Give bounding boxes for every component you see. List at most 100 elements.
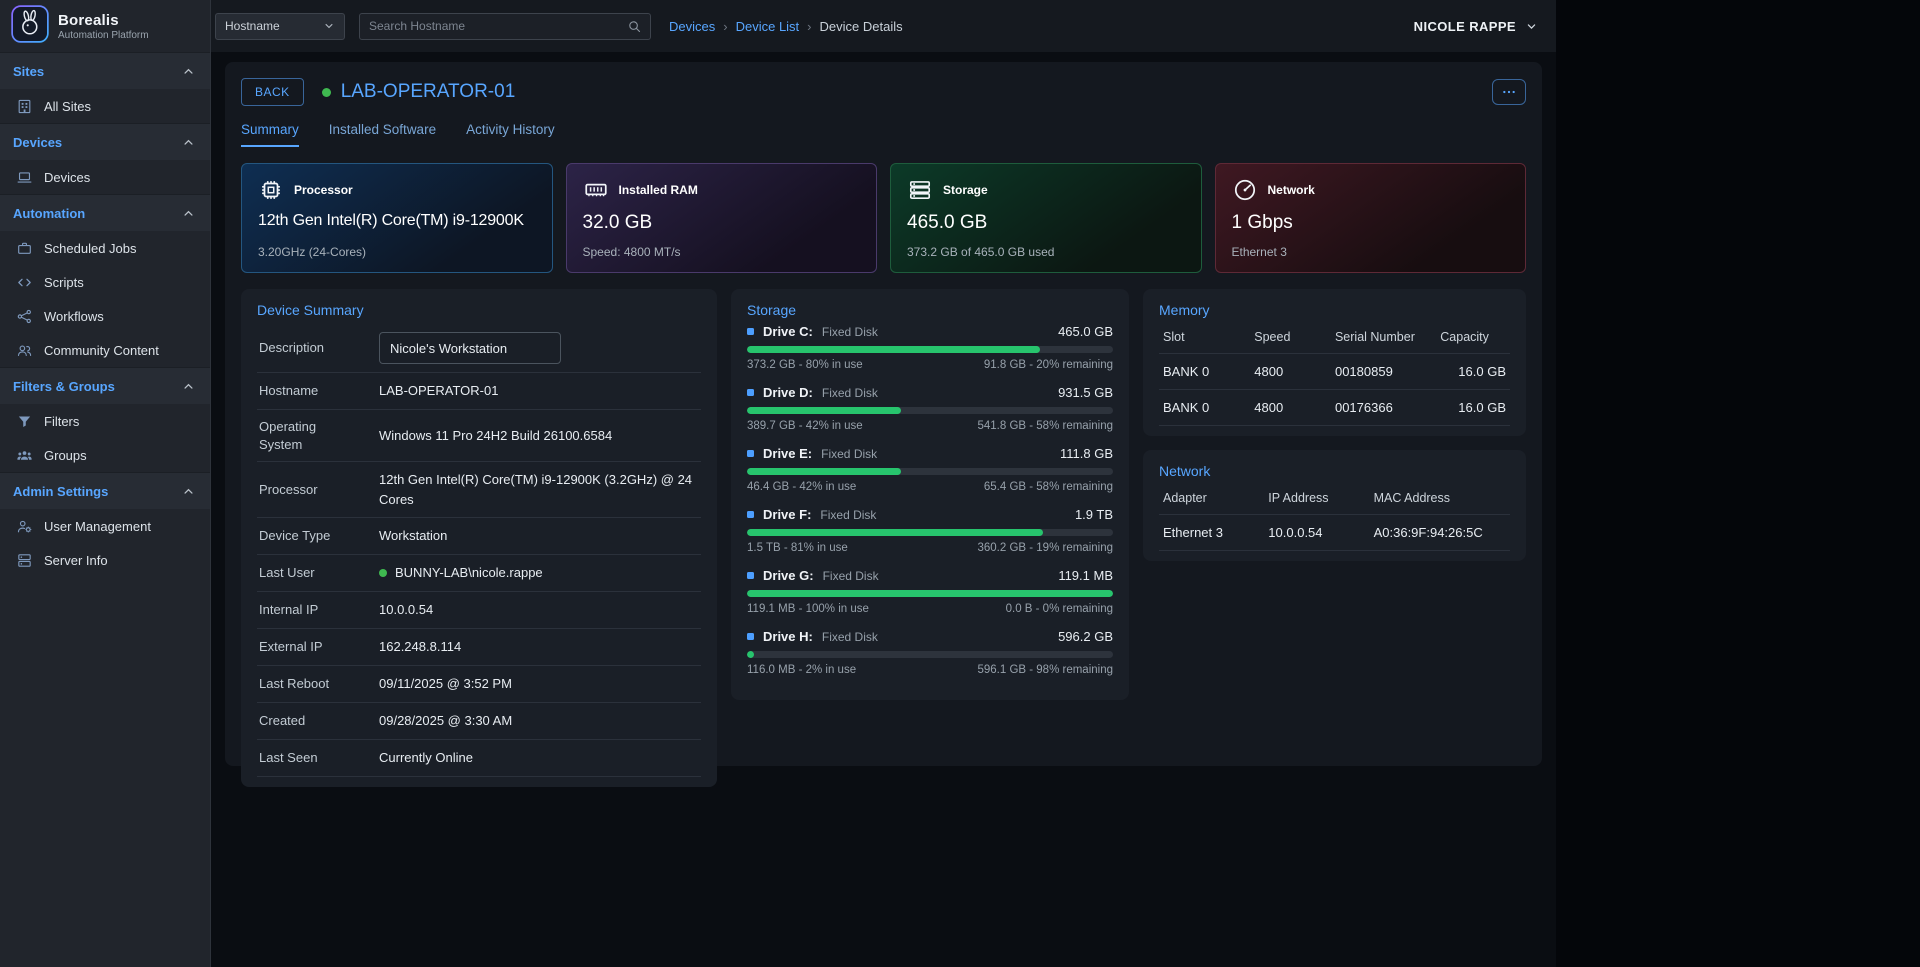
memory-col-header: Slot <box>1159 324 1250 354</box>
memory-cell: 00176366 <box>1331 390 1436 426</box>
sidebar-item-scheduled-jobs[interactable]: Scheduled Jobs <box>0 231 210 265</box>
sidebar-section-sites[interactable]: Sites <box>0 52 210 89</box>
chevron-up-icon <box>179 204 197 222</box>
network-cell: Ethernet 3 <box>1159 515 1264 551</box>
ram-icon <box>583 177 609 203</box>
search-hostname-box <box>359 13 651 40</box>
sidebar-item-community-content[interactable]: Community Content <box>0 333 210 367</box>
row-label: Last Reboot <box>259 675 363 693</box>
drive-type: Fixed Disk <box>820 508 876 522</box>
drive-used: 1.5 TB - 81% in use <box>747 542 848 554</box>
network-cell: 10.0.0.54 <box>1264 515 1369 551</box>
row-value: 09/28/2025 @ 3:30 AM <box>379 711 512 731</box>
summary-row-internal-ip: Internal IP 10.0.0.54 <box>257 592 701 629</box>
sidebar-item-devices[interactable]: Devices <box>0 160 210 194</box>
borealis-logo-icon <box>11 5 49 48</box>
storage-card: Storage Drive C: Fixed Disk 465.0 GB 373… <box>731 289 1129 700</box>
breadcrumb-device-list[interactable]: Device List <box>736 19 800 34</box>
network-check-icon <box>1232 177 1258 203</box>
stat-card-footer: 3.20GHz (24-Cores) <box>258 245 536 259</box>
cpu-chip-icon <box>258 177 284 203</box>
breadcrumb-separator <box>807 19 811 34</box>
drive-icon <box>747 633 754 640</box>
sidebar-item-all-sites[interactable]: All Sites <box>0 89 210 123</box>
workflow-icon <box>15 307 33 325</box>
stat-card-label: Installed RAM <box>619 183 698 197</box>
chevron-down-icon <box>1522 17 1540 35</box>
memory-card: Memory Slot Speed Serial Number Capacity <box>1143 289 1526 436</box>
chevron-up-icon <box>179 482 197 500</box>
network-col-header: MAC Address <box>1370 485 1510 515</box>
sidebar-section-filters-groups[interactable]: Filters & Groups <box>0 367 210 404</box>
brand-subtitle: Automation Platform <box>58 30 149 41</box>
tab-summary[interactable]: Summary <box>241 122 299 147</box>
device-summary-card: Device Summary Description Hostname LAB-… <box>241 289 717 787</box>
hostname-filter-select[interactable]: Hostname <box>215 13 345 40</box>
drive-usage-bar <box>747 468 1113 475</box>
breadcrumb-separator <box>723 19 727 34</box>
page-title: LAB-OPERATOR-01 <box>341 81 516 103</box>
sidebar-item-scripts[interactable]: Scripts <box>0 265 210 299</box>
stat-card-storage: Storage 465.0 GB 373.2 GB of 465.0 GB us… <box>890 163 1202 273</box>
user-name: NICOLE RAPPE <box>1414 19 1516 34</box>
drive-name: Drive D: <box>763 385 813 400</box>
row-value: LAB-OPERATOR-01 <box>379 381 498 401</box>
user-menu[interactable]: NICOLE RAPPE <box>1414 17 1540 35</box>
sidebar-item-filters[interactable]: Filters <box>0 404 210 438</box>
network-col-header: IP Address <box>1264 485 1369 515</box>
drive-remaining: 596.1 GB - 98% remaining <box>977 664 1113 676</box>
tab-activity-history[interactable]: Activity History <box>466 122 555 147</box>
summary-row-processor: Processor 12th Gen Intel(R) Core(TM) i9-… <box>257 462 701 518</box>
sidebar-section-automation[interactable]: Automation <box>0 194 210 231</box>
memory-row: BANK 0 4800 00180859 16.0 GB <box>1159 354 1510 390</box>
sidebar-item-workflows[interactable]: Workflows <box>0 299 210 333</box>
back-button[interactable]: BACK <box>241 78 304 106</box>
sidebar-section-devices[interactable]: Devices <box>0 123 210 160</box>
row-label: Operating System <box>259 418 363 453</box>
storage-stack-icon <box>907 177 933 203</box>
network-col-header: Adapter <box>1159 485 1264 515</box>
drive-icon <box>747 511 754 518</box>
sidebar-section-admin-settings[interactable]: Admin Settings <box>0 472 210 509</box>
network-cell: A0:36:9F:94:26:5C <box>1370 515 1510 551</box>
tab-installed-software[interactable]: Installed Software <box>329 122 436 147</box>
row-label: Description <box>259 339 363 357</box>
row-value: Workstation <box>379 526 447 546</box>
drive-row-g: Drive G: Fixed Disk 119.1 MB 119.1 MB - … <box>747 568 1113 615</box>
app-root: Borealis Automation Platform Sites All S… <box>0 0 1556 967</box>
laptop-icon <box>15 168 33 186</box>
summary-row-description: Description <box>257 324 701 373</box>
drive-used: 46.4 GB - 42% in use <box>747 481 856 493</box>
main-column: Hostname Devices Device List Device Deta… <box>211 0 1556 967</box>
breadcrumb-devices[interactable]: Devices <box>669 19 715 34</box>
filter-icon <box>15 412 33 430</box>
chevron-down-icon <box>320 17 338 35</box>
storage-title: Storage <box>747 302 1113 318</box>
drive-type: Fixed Disk <box>821 447 877 461</box>
drive-name: Drive G: <box>763 568 814 583</box>
sidebar-item-groups[interactable]: Groups <box>0 438 210 472</box>
sidebar-item-label: Scheduled Jobs <box>44 241 137 256</box>
drive-row-e: Drive E: Fixed Disk 111.8 GB 46.4 GB - 4… <box>747 446 1113 493</box>
stat-card-value: 12th Gen Intel(R) Core(TM) i9-12900K <box>258 212 536 230</box>
stat-card-value: 465.0 GB <box>907 212 1185 234</box>
row-value: BUNNY-LAB\nicole.rappe <box>395 563 543 583</box>
network-card: Network Adapter IP Address MAC Address <box>1143 450 1526 561</box>
row-label: External IP <box>259 638 363 656</box>
row-value: 162.248.8.114 <box>379 637 461 657</box>
row-value: 12th Gen Intel(R) Core(TM) i9-12900K (3.… <box>379 470 699 509</box>
row-label: Device Type <box>259 527 363 545</box>
right-column: Memory Slot Speed Serial Number Capacity <box>1143 289 1526 561</box>
sidebar-item-user-management[interactable]: User Management <box>0 509 210 543</box>
description-input[interactable] <box>379 332 561 364</box>
drive-icon <box>747 572 754 579</box>
more-actions-button[interactable] <box>1492 79 1526 105</box>
panel-header: BACK LAB-OPERATOR-01 <box>241 78 1526 106</box>
memory-cell: 4800 <box>1250 354 1331 390</box>
sidebar-item-server-info[interactable]: Server Info <box>0 543 210 577</box>
drive-name: Drive H: <box>763 629 813 644</box>
summary-row-device-type: Device Type Workstation <box>257 518 701 555</box>
memory-col-header: Speed <box>1250 324 1331 354</box>
sidebar-nav: Sites All Sites Devices Devices <box>0 52 210 577</box>
search-hostname-input[interactable] <box>369 19 625 33</box>
